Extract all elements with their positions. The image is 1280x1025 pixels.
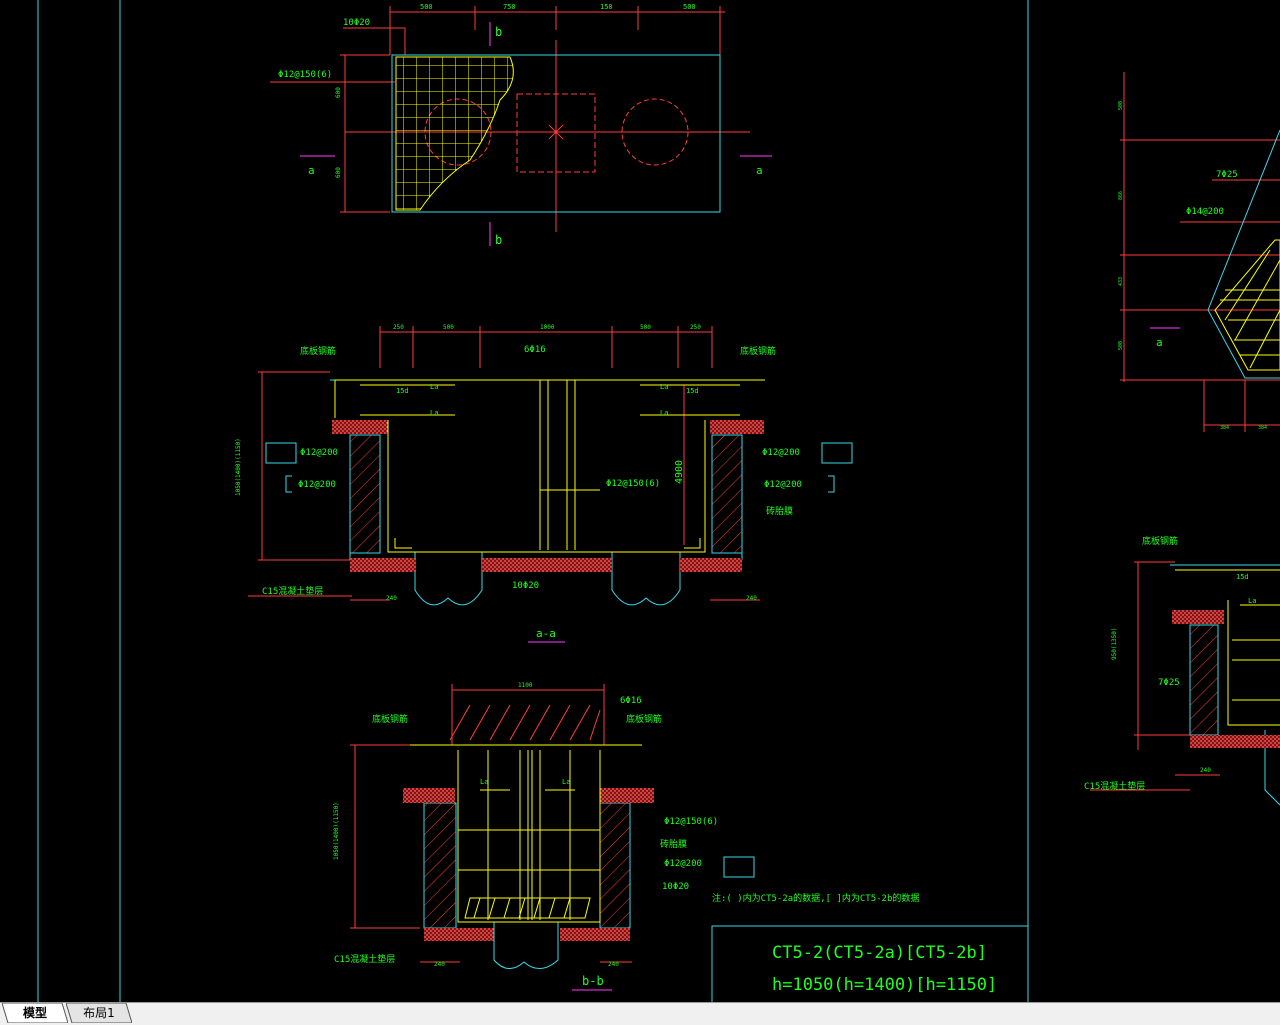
plan-rebar-top: 10Φ20 (343, 18, 370, 28)
tab-layout1[interactable]: 布局1 (66, 1003, 132, 1023)
plan-rebar-side: Φ12@150(6) (278, 70, 332, 80)
aa-label-bottom-rebar-right: 底板钢筋 (740, 345, 776, 357)
plan-dims-top: 500 750 150 500 (420, 3, 696, 11)
aa-dim-240-left: 240 (386, 595, 397, 602)
right-plan-dim-1: 500 (1118, 101, 1124, 110)
aa-dim-left-v: 1050(1400)(1150) (235, 438, 242, 496)
aa-rebar-r1: Φ12@200 (762, 448, 800, 458)
right-plan-dim-2: 866 (1118, 191, 1124, 200)
tab-model-label: 模型 (22, 1006, 47, 1020)
aa-label-cushion: C15混凝土垫层 (262, 585, 323, 597)
aa-rebar-top-center: 6Φ16 (524, 345, 546, 355)
tab-model[interactable]: 模型 (2, 1003, 68, 1023)
right-section-dim-240: 240 (1200, 767, 1211, 774)
bb-dim-240-left: 240 (434, 961, 445, 968)
plan-dim-left-top: 600 (335, 87, 342, 98)
right-section-la: La (1248, 597, 1256, 605)
aa-dim-vertical: 4900 (674, 460, 685, 484)
aa-15d-left: 15d (396, 387, 409, 395)
aa-dim-240-right: 240 (746, 595, 757, 602)
drawing-frame (37, 0, 1029, 1002)
cad-drawing-canvas[interactable]: 500 750 150 500 10Φ20 Φ12@150(6) 600 600… (0, 0, 1280, 1002)
aa-dim-1: 250 (393, 324, 404, 331)
right-section-dim-left-v: 950(1350) (1111, 627, 1118, 660)
section-aa: 250 500 1000 500 250 底板钢筋 底板钢筋 6Φ16 La L… (235, 324, 853, 643)
plan-view: 500 750 150 500 10Φ20 Φ12@150(6) 600 600… (270, 3, 772, 247)
bb-label-bottom-rebar-left: 底板钢筋 (372, 713, 408, 725)
aa-rebar-l2: Φ12@200 (298, 480, 336, 490)
aa-dim-4: 500 (640, 324, 651, 331)
title-block: CT5-2(CT5-2a)[CT5-2b] h=1050(h=1400)[h=1… (711, 925, 1028, 1002)
bb-rebar-1: Φ12@150(6) (664, 817, 718, 827)
title-block-line1: CT5-2(CT5-2a)[CT5-2b] (772, 943, 987, 963)
aa-rebar-bottom: 10Φ20 (512, 581, 539, 591)
aa-rebar-r2: Φ12@200 (764, 480, 802, 490)
bb-dim-left-v: 1050(1400)(1150) (333, 802, 340, 860)
right-plan-dim-3: 433 (1118, 277, 1124, 286)
plan-section-b-top: b (495, 25, 502, 39)
plan-dim-1: 500 (420, 3, 433, 11)
right-plan-dim-b1: 384 (1220, 425, 1229, 431)
bb-label-cushion: C15混凝土垫层 (334, 953, 395, 965)
plan-section-b-bottom: b (495, 233, 502, 247)
aa-rebar-l1: Φ12@200 (300, 448, 338, 458)
tab-layout1-label: 布局1 (83, 1006, 115, 1020)
right-plan-view: 7Φ25 Φ14@200 a 500 866 433 500 384 384 (1118, 72, 1280, 432)
aa-15d-right: 15d (686, 387, 699, 395)
right-section-15d: 15d (1236, 573, 1249, 581)
bb-rebar-3: 10Φ20 (662, 882, 689, 892)
right-section-label-bottom-rebar: 底板钢筋 (1142, 535, 1178, 547)
plan-dim-3: 150 (600, 3, 613, 11)
bb-title: b-b (582, 974, 604, 988)
plan-dim-4: 500 (683, 3, 696, 11)
drawing-note: 注:( )内为CT5-2a的数据,[ ]内为CT5-2b的数据 (712, 892, 919, 904)
right-section-rebar-7: 7Φ25 (1158, 678, 1180, 688)
bb-la-right: La (562, 778, 570, 786)
section-bb: 1100 6Φ16 底板钢筋 底板钢筋 La La Φ12@150(6) 砖胎膜… (333, 682, 755, 991)
section-aa-dims: 250 500 1000 500 250 (393, 324, 701, 331)
aa-dim-3: 1000 (540, 324, 555, 331)
aa-la-4: La (660, 409, 668, 417)
bb-dim-top: 1100 (518, 682, 533, 689)
plan-dim-left-bottom: 600 (335, 167, 342, 178)
right-section-view: 底板钢筋 15d La 7Φ25 C15混凝土垫层 950(1350) 240 (1084, 535, 1280, 806)
aa-la-3: La (660, 383, 668, 391)
bb-label-bottom-rebar-right: 底板钢筋 (626, 713, 662, 725)
bb-rebar-top: 6Φ16 (620, 696, 642, 706)
right-plan-dim-4: 500 (1118, 341, 1124, 350)
right-section-label-cushion: C15混凝土垫层 (1084, 780, 1145, 792)
aa-la-1: La (430, 383, 438, 391)
right-plan-section-a: a (1156, 336, 1163, 349)
plan-section-a-right: a (756, 164, 763, 177)
aa-label-bottom-rebar-left: 底板钢筋 (300, 345, 336, 357)
aa-la-2: La (430, 409, 438, 417)
aa-title: a-a (536, 627, 556, 640)
right-plan-dim-b2: 384 (1258, 425, 1267, 431)
bb-la-left: La (480, 778, 488, 786)
bb-rebar-2: Φ12@200 (664, 859, 702, 869)
layout-tab-bar: 模型 布局1 (0, 1002, 1280, 1025)
plan-dim-2: 750 (503, 3, 516, 11)
right-plan-rebar-a: 7Φ25 (1216, 170, 1238, 180)
bb-label-brick-mold: 砖胎膜 (660, 838, 687, 850)
bb-dim-240-right: 240 (608, 961, 619, 968)
aa-label-brick-mold: 砖胎膜 (766, 505, 793, 517)
plan-section-a-left: a (308, 164, 315, 177)
title-block-line2: h=1050(h=1400)[h=1150] (772, 975, 997, 995)
aa-dim-5: 250 (690, 324, 701, 331)
aa-rebar-center: Φ12@150(6) (606, 479, 660, 489)
right-plan-rebar-b: Φ14@200 (1186, 207, 1224, 217)
aa-dim-2: 500 (443, 324, 454, 331)
